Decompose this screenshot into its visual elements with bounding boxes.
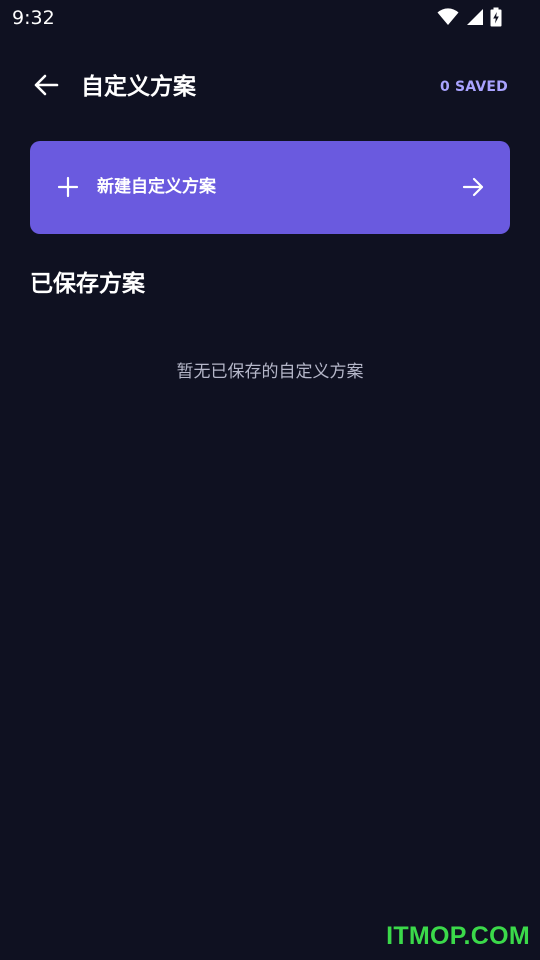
arrow-right-icon (462, 176, 484, 198)
plus-icon (57, 176, 79, 198)
wifi-icon (437, 8, 459, 26)
saved-count-badge: 0 SAVED (439, 79, 508, 95)
new-custom-plan-label: 新建自定义方案 (97, 177, 216, 197)
empty-state-message: 暂无已保存的自定义方案 (176, 362, 364, 382)
watermark: ITMOP.COM (386, 922, 530, 950)
saved-plans-heading: 已保存方案 (30, 271, 145, 297)
new-custom-plan-button[interactable]: 新建自定义方案 (30, 141, 510, 234)
status-icons (437, 6, 502, 28)
page-title: 自定义方案 (81, 74, 196, 100)
status-time: 9:32 (12, 7, 55, 29)
status-bar: 9:32 (0, 0, 540, 36)
back-button[interactable] (28, 71, 64, 103)
app-bar: 自定义方案 0 SAVED (0, 56, 540, 118)
signal-icon (465, 8, 484, 26)
arrow-left-icon (33, 73, 59, 101)
screen: 9:32 自定义方案 0 SAVED 新建自定义方案 已保存方案 暂无已保存的自… (0, 0, 540, 960)
battery-charging-icon (490, 7, 502, 27)
